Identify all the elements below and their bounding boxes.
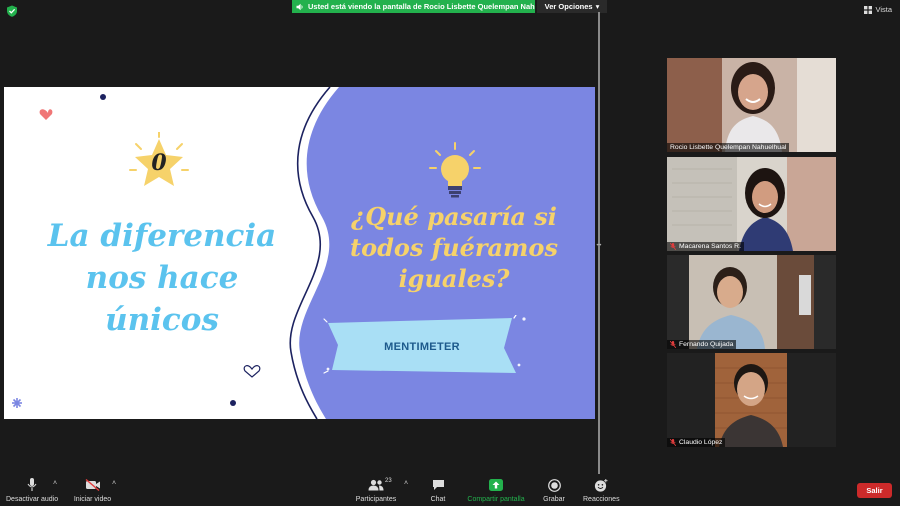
shield-icon[interactable] — [6, 5, 18, 17]
video-tile[interactable]: Macarena Santos R. — [667, 157, 836, 251]
chevron-up-icon[interactable]: ˄ — [112, 480, 116, 487]
zoom-meeting-window: Usted está viendo la pantalla de Rocio L… — [0, 0, 900, 506]
participants-label: Participantes — [355, 496, 397, 503]
chat-label: Chat — [430, 496, 446, 503]
meeting-toolbar: Desactivar audio ˄ Iniciar video ˄ Parti… — [0, 474, 900, 506]
chat-icon — [432, 480, 444, 490]
leave-meeting-label: Salir — [866, 486, 883, 495]
mic-muted-icon — [670, 341, 676, 348]
question-line: ¿Qué pasaría si — [351, 202, 557, 231]
participant-name: Rocio Lisbette Quelempan Nahuelhual — [670, 144, 787, 151]
video-tile[interactable]: Rocio Lisbette Quelempan Nahuelhual — [667, 58, 836, 152]
participant-name-tag: Macarena Santos R. — [667, 242, 744, 251]
star-number: 0 — [151, 150, 167, 176]
chevron-up-icon[interactable]: ˄ — [53, 480, 57, 487]
question-line: iguales? — [398, 264, 510, 293]
reactions-label: Reacciones — [583, 496, 620, 503]
record-button[interactable]: Grabar — [542, 477, 566, 503]
share-screen-label: Compartir pantalla — [467, 496, 525, 503]
speaker-icon — [296, 3, 303, 10]
video-tile[interactable]: Claudio López — [667, 353, 836, 447]
mic-muted-icon — [670, 439, 676, 446]
record-icon — [547, 478, 561, 492]
mic-muted-icon — [670, 243, 676, 250]
left-title-line: únicos — [105, 302, 219, 338]
question-line: todos fuéramos — [350, 233, 558, 262]
video-off-icon — [85, 479, 100, 491]
participant-video — [667, 353, 836, 447]
participant-video — [667, 255, 836, 349]
start-video-label: Iniciar video — [73, 496, 112, 503]
share-screen-icon — [489, 479, 503, 491]
view-layout-button[interactable]: Vista — [864, 5, 892, 14]
participant-name-tag: Fernando Quijada — [667, 340, 737, 349]
smiley-icon — [595, 478, 608, 492]
mute-audio-button[interactable]: Desactivar audio — [6, 477, 58, 503]
chevron-up-icon[interactable]: ˄ — [404, 480, 408, 487]
mentimeter-label: MENTIMETER — [384, 341, 460, 353]
grid-icon — [864, 5, 873, 14]
slide-left-title: La diferencia nos hace únicos — [32, 215, 292, 341]
microphone-icon — [27, 478, 37, 491]
lightbulb-icon — [429, 142, 481, 198]
participant-name: Claudio López — [679, 439, 723, 446]
view-options-button[interactable]: Ver Opciones ▾ — [537, 0, 607, 13]
share-banner-text: Usted está viendo la pantalla de Rocio L… — [308, 2, 535, 11]
video-tile[interactable]: Fernando Quijada — [667, 255, 836, 349]
participants-icon — [368, 479, 384, 491]
participants-count: 23 — [385, 478, 392, 484]
record-label: Grabar — [543, 496, 565, 503]
leave-meeting-button[interactable]: Salir — [857, 483, 892, 498]
view-layout-label: Vista — [875, 5, 892, 14]
participant-name-tag: Claudio López — [667, 438, 726, 447]
participant-name: Fernando Quijada — [679, 341, 734, 348]
shared-screen-slide: 0 La diferencia nos hace únicos ¿Qué pas… — [4, 87, 595, 419]
slide-question: ¿Qué pasaría si todos fuéramos iguales? — [334, 201, 574, 294]
participant-name: Macarena Santos R. — [679, 243, 741, 250]
chevron-down-icon: ▾ — [595, 2, 600, 11]
screen-share-banner: Usted está viendo la pantalla de Rocio L… — [292, 0, 535, 13]
start-video-button[interactable]: Iniciar video — [73, 477, 112, 503]
left-title-line: nos hace — [85, 260, 239, 296]
share-screen-button[interactable]: Compartir pantalla — [465, 477, 527, 503]
participant-video — [667, 157, 836, 251]
chat-button[interactable]: Chat — [429, 477, 447, 503]
mute-audio-label: Desactivar audio — [6, 496, 59, 503]
participant-video — [667, 58, 836, 152]
left-title-line: La diferencia — [47, 218, 277, 254]
view-options-label: Ver Opciones — [544, 2, 593, 11]
participant-name-tag: Rocio Lisbette Quelempan Nahuelhual — [667, 143, 790, 152]
reactions-button[interactable]: Reacciones — [583, 477, 620, 503]
